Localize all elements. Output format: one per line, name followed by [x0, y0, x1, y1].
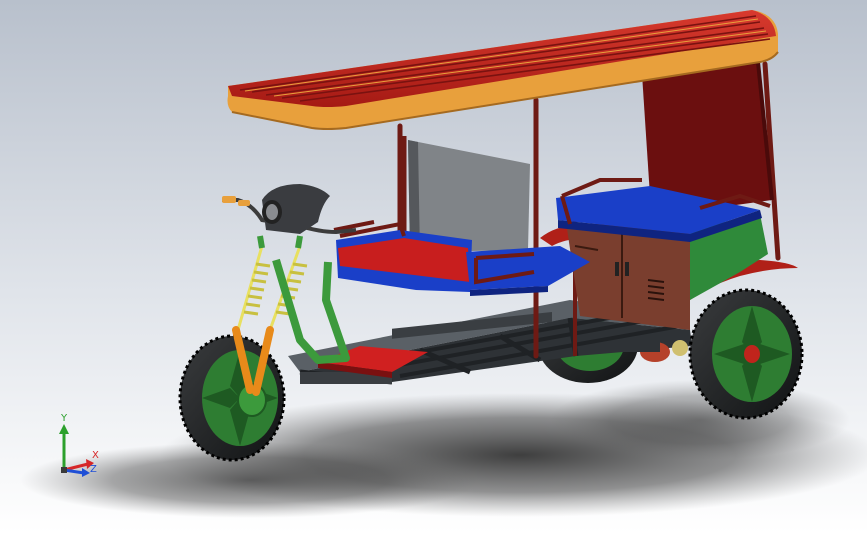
triad-x-label: X	[92, 450, 99, 461]
model-scene[interactable]	[0, 0, 867, 533]
rear-right-wheel[interactable]	[688, 288, 804, 420]
coordinate-triad[interactable]: Y X Z	[52, 410, 108, 480]
triad-z-label: Z	[90, 464, 97, 475]
triad-y-label: Y	[61, 413, 68, 424]
graphics-viewport[interactable]: Y X Z	[0, 0, 867, 533]
rear-backrest-panel[interactable]	[641, 59, 774, 210]
